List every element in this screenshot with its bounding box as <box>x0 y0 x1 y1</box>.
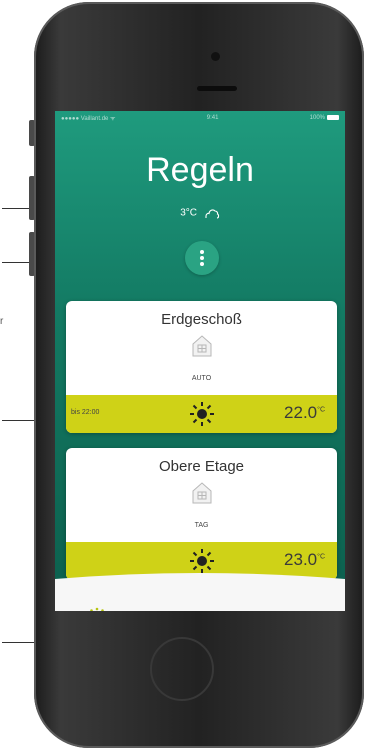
menu-dot <box>200 262 204 266</box>
app-screen: ●●●●● Vaillant.de ᯤ 9:41 100% Regeln 3°C… <box>55 111 345 611</box>
home-button[interactable] <box>150 637 214 701</box>
tab-settings[interactable] <box>283 600 323 611</box>
zone-name: Obere Etage <box>158 458 245 475</box>
house-icon <box>192 482 212 504</box>
more-options-button[interactable] <box>185 241 219 275</box>
zone-mode: TAG <box>194 522 209 529</box>
zone-status-bar: bis 22:00 22.0°C <box>66 395 337 433</box>
zone-card[interactable]: Erdgeschoß AUTO bis 22:00 22.0°C <box>66 301 337 433</box>
temperature-value: 22.0 <box>284 403 318 422</box>
page-title: Regeln <box>146 151 254 189</box>
temperature-value: 23.0 <box>284 550 318 569</box>
settings-gear-icon <box>292 609 314 611</box>
cloud-icon <box>205 209 219 219</box>
status-time: 9:41 <box>206 115 219 121</box>
side-note-text: r <box>0 316 4 327</box>
status-battery-text: 100% <box>309 115 325 122</box>
status-carrier: ●●●●● Vaillant.de ᯤ <box>61 116 116 122</box>
thermostat-icon <box>90 607 104 611</box>
front-camera <box>211 52 220 61</box>
zone-temperature[interactable]: 23.0°C <box>284 550 325 570</box>
tab-control[interactable] <box>77 600 117 611</box>
zone-card[interactable]: Obere Etage TAG 23.0°C <box>66 448 337 580</box>
zone-name: Erdgeschoß <box>161 311 242 328</box>
status-bar: ●●●●● Vaillant.de ᯤ 9:41 100% <box>55 111 345 125</box>
sun-icon <box>190 402 214 426</box>
zone-mode: AUTO <box>191 375 212 382</box>
temperature-unit: °C <box>317 406 325 414</box>
menu-dot <box>200 250 204 254</box>
outside-weather[interactable]: 3°C <box>55 207 345 219</box>
outside-temperature: 3°C <box>180 207 197 219</box>
battery-icon <box>327 114 339 120</box>
status-battery: 100% <box>309 114 339 122</box>
tab-energy[interactable] <box>180 600 220 611</box>
temperature-unit: °C <box>317 553 325 561</box>
schedule-until: bis 22:00 <box>71 409 100 416</box>
house-icon <box>192 335 212 357</box>
energy-leaf-icon <box>188 608 212 611</box>
tab-bar <box>55 590 345 611</box>
menu-dot <box>200 256 204 260</box>
earpiece-speaker <box>197 86 237 91</box>
zone-temperature[interactable]: 22.0°C <box>284 403 325 423</box>
